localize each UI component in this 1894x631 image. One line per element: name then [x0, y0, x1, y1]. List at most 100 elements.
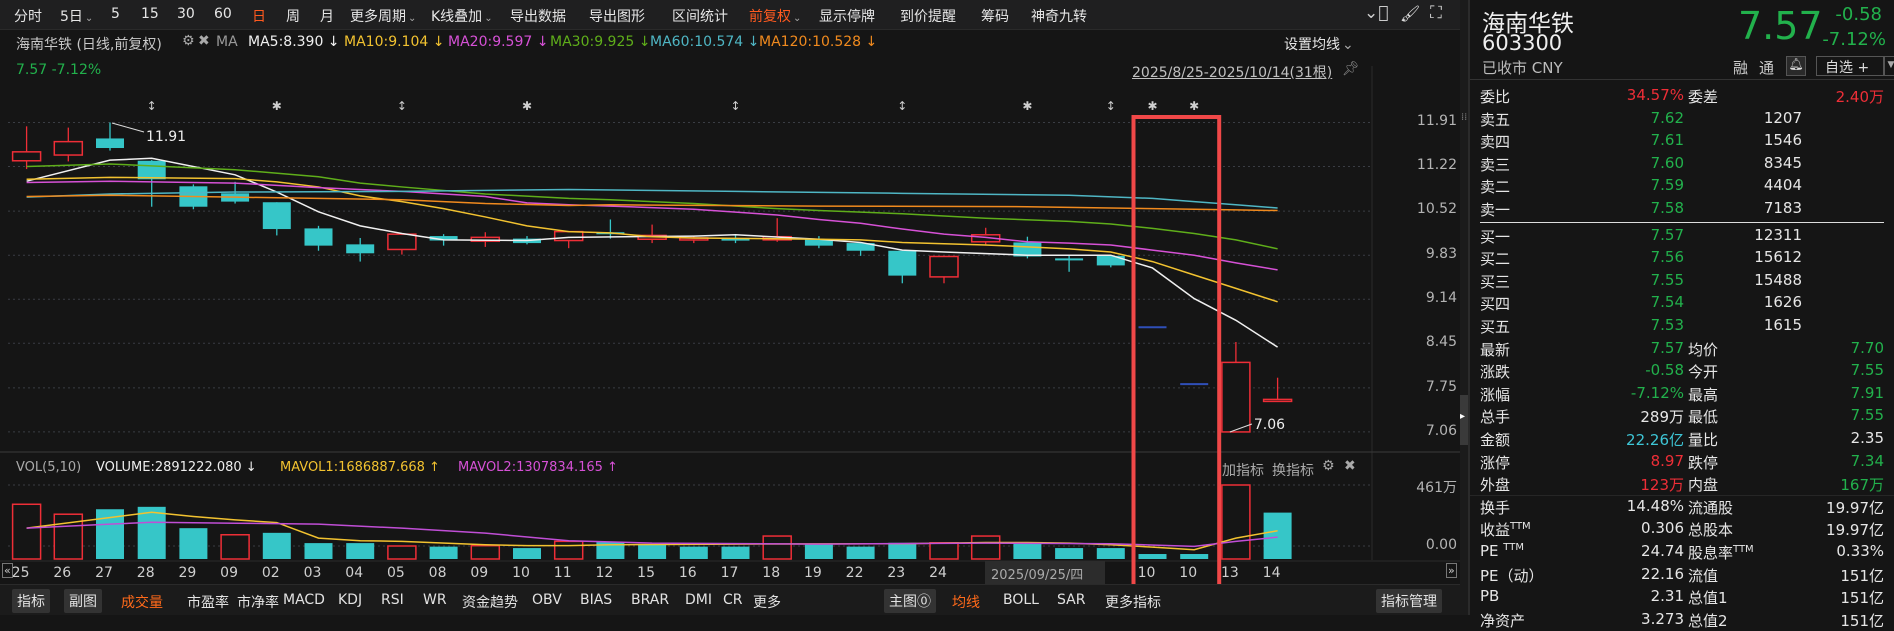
watchlist-dropdown-icon[interactable]: ▼	[1884, 56, 1894, 76]
indicator-brar[interactable]: BRAR	[631, 592, 669, 608]
stat-label: 总手	[1480, 406, 1510, 427]
volume-bar	[11, 503, 42, 560]
gear-icon[interactable]: ⚙	[1322, 458, 1335, 474]
stat-row: 净资产 3.273 总值2 151亿	[1470, 608, 1894, 630]
add-indicator-button[interactable]: 加指标	[1222, 460, 1264, 480]
indicator-volume[interactable]: 成交量	[121, 592, 163, 612]
indicator-ma[interactable]: 均线	[952, 592, 980, 612]
date-label: 08	[429, 565, 447, 581]
level-volume: 7183	[1763, 199, 1802, 217]
volume-bar	[1180, 554, 1209, 559]
stat-value: 24.74	[1641, 542, 1684, 560]
indicator-boll[interactable]: BOLL	[1003, 592, 1039, 608]
more-indicators-sub[interactable]: 更多	[753, 592, 781, 612]
indicator-macd[interactable]: MACD	[283, 592, 325, 608]
date-range-link[interactable]: 2025/8/25-2025/10/14(31根)	[1132, 62, 1332, 82]
pin-icon[interactable]: 📌︎	[1342, 61, 1360, 77]
indicator-dmi[interactable]: DMI	[685, 592, 712, 608]
volume-bar	[262, 532, 291, 559]
indicator-kdj[interactable]: KDJ	[338, 592, 362, 608]
level-volume: 12311	[1754, 225, 1802, 244]
volume-bar	[846, 546, 875, 559]
level-price: 7.62	[1650, 108, 1684, 127]
volume-bar	[470, 544, 501, 560]
more-indicators-main[interactable]: 更多指标	[1105, 592, 1161, 612]
indicator-rsi[interactable]: RSI	[381, 592, 404, 608]
candle-body	[96, 138, 124, 149]
drag-handle-icon[interactable]: ⁞⁞	[1461, 112, 1467, 123]
stat-label: 最低	[1688, 406, 1718, 427]
stat-label-text: PE（动）	[1480, 566, 1544, 585]
panel-divider[interactable]: ⁞⁞ ▸	[1460, 0, 1468, 615]
ask-row: 卖五 7.62 1207	[1470, 107, 1894, 129]
indicator-pb[interactable]: 市净率	[237, 592, 279, 612]
set-ma-label: 设置均线	[1284, 37, 1340, 53]
indicator-button[interactable]: 指标	[12, 589, 50, 613]
indicator-pe[interactable]: 市盈率	[187, 592, 229, 612]
date-label: 23	[887, 565, 905, 581]
indicator-wr[interactable]: WR	[423, 592, 447, 608]
high-arrow-icon	[111, 122, 145, 133]
scroll-left-button[interactable]: «	[2, 563, 13, 578]
date-label: 04	[345, 565, 363, 581]
level-volume: 15612	[1754, 248, 1802, 267]
close-icon[interactable]: ✖	[198, 33, 210, 49]
level-price: 7.59	[1650, 176, 1684, 195]
stat-label: 量比	[1688, 429, 1718, 450]
indicator-bias[interactable]: BIAS	[580, 592, 612, 608]
indicator-obv[interactable]: OBV	[532, 592, 562, 608]
stat-label: 最新	[1480, 339, 1510, 360]
stat-value: 22.16	[1641, 564, 1684, 583]
main-chart-button[interactable]: 主图⓪	[884, 589, 936, 613]
stat-value: 7.57	[1650, 338, 1684, 357]
level-volume: 8345	[1763, 153, 1802, 172]
price-tick: 9.83	[1425, 246, 1457, 262]
candle-body	[1055, 258, 1084, 261]
stat-value: 3.273	[1641, 609, 1684, 628]
stat-label: PE（动）	[1480, 565, 1544, 586]
stat-row: 换手 14.48% 流通股 19.97亿	[1470, 495, 1894, 517]
price-tick: 11.22	[1416, 157, 1457, 173]
event-star-icon: ✱	[1022, 99, 1032, 113]
level-price: 7.54	[1650, 293, 1684, 312]
collapse-panel-button[interactable]: ▸	[1460, 395, 1468, 445]
level-label: 卖三	[1480, 155, 1511, 174]
stat-value: 289万	[1640, 408, 1684, 427]
volume-bar	[387, 545, 417, 560]
candle-body	[11, 151, 42, 162]
stat-value: 167万	[1840, 476, 1884, 495]
scroll-right-button[interactable]: »	[1446, 563, 1457, 578]
indicator-sar[interactable]: SAR	[1057, 592, 1085, 608]
indicator-fund-trend[interactable]: 资金趋势	[462, 592, 518, 612]
kline-chart[interactable]: 25 26 27 28 29 09 02 03 04 05 08 09 10 11 12 15 16 17 18 19…	[0, 0, 1460, 584]
crosshair-date-tooltip: 2025/09/25/四	[985, 561, 1105, 584]
stat-value: 8.97	[1650, 451, 1684, 470]
set-ma-dropdown[interactable]: 设置均线 ⌄	[1284, 34, 1354, 54]
volume-bar	[429, 546, 458, 559]
gear-icon[interactable]: ⚙	[182, 33, 195, 49]
add-watchlist-button[interactable]: 自选 +	[1816, 56, 1884, 76]
bell-icon[interactable]: 🔔︎	[1786, 56, 1806, 76]
stat-value: 151亿	[1840, 566, 1884, 585]
stat-label-text: 今开	[1688, 363, 1719, 382]
ma60-value: MA60:10.574 ↓	[650, 34, 760, 50]
indicator-cr[interactable]: CR	[723, 592, 743, 608]
close-icon[interactable]: ✖	[1344, 458, 1356, 474]
level-volume: 1207	[1763, 108, 1802, 127]
stat-row: PB 2.31 总值1 151亿	[1470, 585, 1894, 607]
stat-label: 最高	[1688, 384, 1718, 405]
stat-value: 7.34	[1850, 451, 1884, 470]
indicator-manager-button[interactable]: 指标管理	[1376, 589, 1442, 613]
switch-indicator-button[interactable]: 换指标	[1272, 460, 1314, 480]
level-label: 卖一	[1480, 201, 1511, 219]
candle-body	[1096, 255, 1125, 266]
volume-bar	[513, 548, 541, 559]
date-label: 05	[387, 565, 405, 581]
ask-row: 卖四 7.61 1546	[1470, 129, 1894, 151]
header-divider	[1470, 79, 1894, 80]
subchart-button[interactable]: 副图	[64, 589, 102, 613]
volume-bar	[137, 506, 166, 559]
date-label: 27	[95, 565, 113, 581]
candle-body	[553, 230, 584, 242]
candle-body	[304, 228, 333, 246]
